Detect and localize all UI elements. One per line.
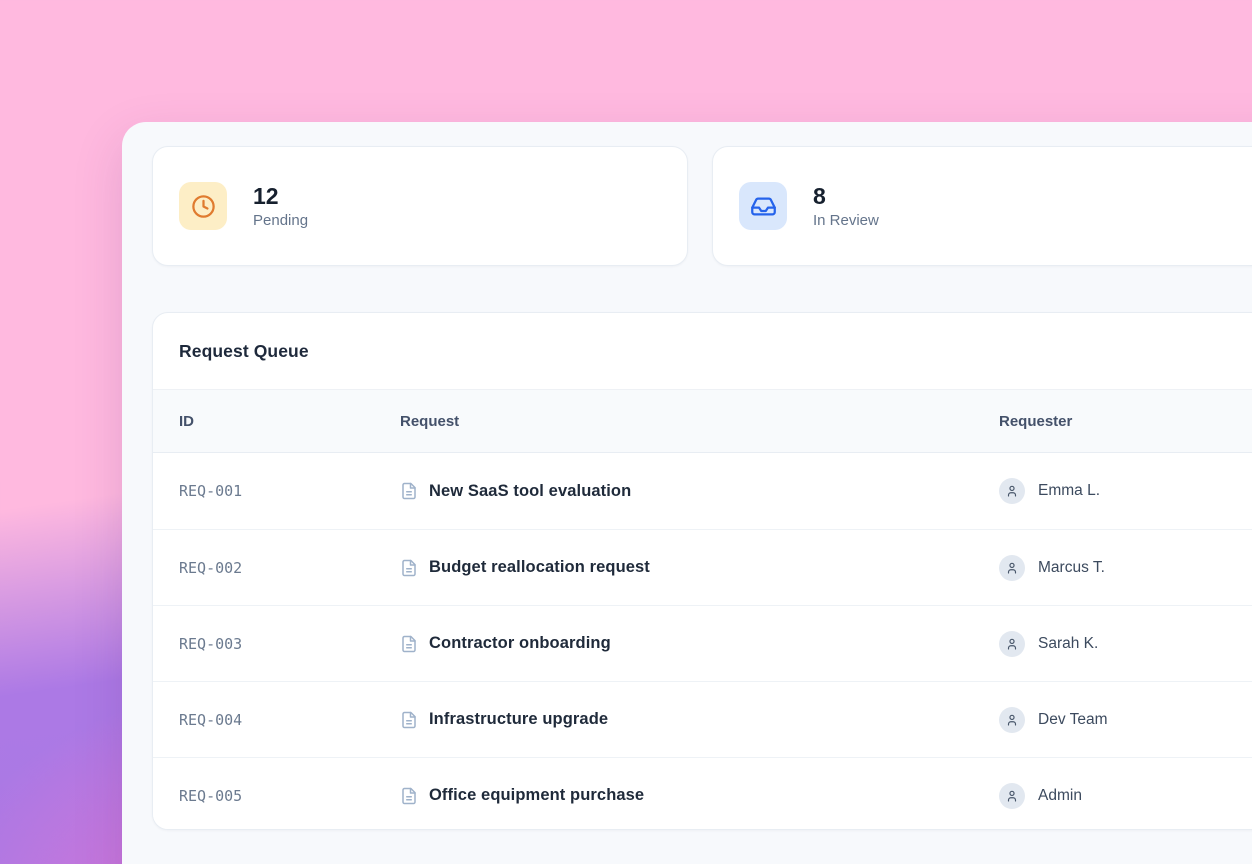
column-header-id: ID <box>179 413 400 430</box>
request-cell: Budget reallocation request <box>400 558 999 577</box>
requester-name: Dev Team <box>1038 711 1108 729</box>
request-title: Contractor onboarding <box>429 634 611 653</box>
request-title: Budget reallocation request <box>429 558 650 577</box>
table-body: REQ-001 New SaaS tool evaluation Emma L.… <box>153 453 1252 830</box>
file-text-icon <box>400 559 418 577</box>
avatar <box>999 555 1025 581</box>
user-icon <box>1005 713 1019 727</box>
request-cell: New SaaS tool evaluation <box>400 482 999 501</box>
request-id: REQ-001 <box>179 482 400 500</box>
requester-cell: Emma L. <box>999 478 1252 504</box>
stat-value-in-review: 8 <box>813 183 879 209</box>
request-id: REQ-002 <box>179 559 400 577</box>
request-title: Office equipment purchase <box>429 786 644 805</box>
stat-card-pending: 12 Pending <box>152 146 688 266</box>
stat-text: 12 Pending <box>253 183 308 229</box>
requester-name: Emma L. <box>1038 482 1100 500</box>
table-title-row: Request Queue <box>153 313 1252 390</box>
file-text-icon <box>400 482 418 500</box>
request-id: REQ-005 <box>179 787 400 805</box>
requester-cell: Dev Team <box>999 707 1252 733</box>
table-row[interactable]: REQ-004 Infrastructure upgrade Dev Team <box>153 681 1252 757</box>
column-header-requester: Requester <box>999 413 1252 430</box>
requester-cell: Sarah K. <box>999 631 1252 657</box>
requester-name: Sarah K. <box>1038 635 1098 653</box>
clock-icon <box>179 182 227 230</box>
requester-name: Marcus T. <box>1038 559 1105 577</box>
table-title: Request Queue <box>179 341 309 362</box>
avatar <box>999 707 1025 733</box>
file-text-icon <box>400 711 418 729</box>
table-row[interactable]: REQ-005 Office equipment purchase Admin <box>153 757 1252 830</box>
user-icon <box>1005 561 1019 575</box>
request-cell: Contractor onboarding <box>400 634 999 653</box>
requester-cell: Marcus T. <box>999 555 1252 581</box>
column-header-request: Request <box>400 413 999 430</box>
stats-row: 12 Pending 8 In Review <box>152 146 1252 266</box>
request-title: Infrastructure upgrade <box>429 710 608 729</box>
stat-text: 8 In Review <box>813 183 879 229</box>
file-text-icon <box>400 635 418 653</box>
request-id: REQ-003 <box>179 635 400 653</box>
request-id: REQ-004 <box>179 711 400 729</box>
request-cell: Infrastructure upgrade <box>400 710 999 729</box>
avatar <box>999 478 1025 504</box>
avatar <box>999 631 1025 657</box>
stat-label-in-review: In Review <box>813 212 879 229</box>
main-panel: 12 Pending 8 In Review Request Queue ID … <box>122 122 1252 864</box>
user-icon <box>1005 484 1019 498</box>
stat-label-pending: Pending <box>253 212 308 229</box>
request-title: New SaaS tool evaluation <box>429 482 631 501</box>
user-icon <box>1005 789 1019 803</box>
request-queue-card: Request Queue ID Request Requester REQ-0… <box>152 312 1252 830</box>
table-row[interactable]: REQ-002 Budget reallocation request Marc… <box>153 529 1252 605</box>
stat-card-in-review: 8 In Review <box>712 146 1252 266</box>
file-text-icon <box>400 787 418 805</box>
user-icon <box>1005 637 1019 651</box>
table-header-row: ID Request Requester <box>153 390 1252 453</box>
table-row[interactable]: REQ-001 New SaaS tool evaluation Emma L. <box>153 453 1252 529</box>
requester-cell: Admin <box>999 783 1252 809</box>
request-cell: Office equipment purchase <box>400 786 999 805</box>
table-row[interactable]: REQ-003 Contractor onboarding Sarah K. <box>153 605 1252 681</box>
requester-name: Admin <box>1038 787 1082 805</box>
inbox-icon <box>739 182 787 230</box>
avatar <box>999 783 1025 809</box>
stat-value-pending: 12 <box>253 183 308 209</box>
